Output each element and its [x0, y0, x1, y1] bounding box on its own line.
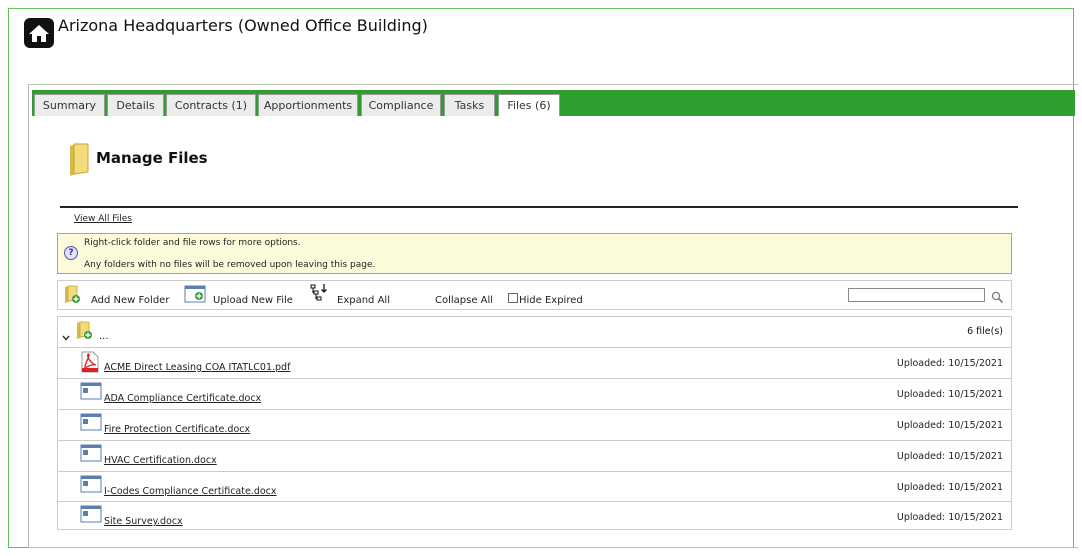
tab-files[interactable]: Files (6): [498, 94, 560, 116]
tab-details[interactable]: Details: [107, 94, 164, 116]
tab-contracts[interactable]: Contracts (1): [166, 94, 256, 116]
tab-tasks[interactable]: Tasks: [444, 94, 495, 116]
divider: [60, 206, 1018, 208]
upload-date: Uploaded: 10/15/2021: [896, 358, 1003, 369]
folder-file-count: 6 file(s): [967, 326, 1003, 337]
tab-apportionments[interactable]: Apportionments: [258, 94, 358, 116]
view-all-files-link[interactable]: View All Files: [74, 214, 132, 224]
manage-files-title: Manage Files: [96, 149, 208, 167]
upload-date: Uploaded: 10/15/2021: [896, 389, 1003, 400]
upload-file-icon[interactable]: [184, 285, 206, 307]
info-text-2: Any folders with no files will be remove…: [84, 260, 376, 270]
upload-date: Uploaded: 10/15/2021: [896, 512, 1003, 523]
file-name-link[interactable]: ADA Compliance Certificate.docx: [104, 393, 261, 404]
file-name-link[interactable]: Site Survey.docx: [104, 516, 183, 527]
file-name-link[interactable]: ACME Direct Leasing COA ITATLC01.pdf: [104, 362, 290, 373]
info-box: ? Right-click folder and file rows for m…: [57, 233, 1012, 274]
add-folder-icon[interactable]: [64, 284, 82, 308]
expand-all-icon[interactable]: [309, 283, 329, 307]
search-input[interactable]: [848, 288, 985, 302]
file-row[interactable]: ACME Direct Leasing COA ITATLC01.pdf Upl…: [58, 347, 1011, 378]
file-name-link[interactable]: I-Codes Compliance Certificate.docx: [104, 486, 277, 497]
document-file-icon: [80, 475, 102, 497]
upload-new-file-button[interactable]: Upload New File: [213, 295, 293, 306]
search-icon[interactable]: [991, 289, 1004, 308]
chevron-down-icon[interactable]: [62, 327, 70, 346]
file-row[interactable]: HVAC Certification.docx Uploaded: 10/15/…: [58, 440, 1011, 471]
hide-expired-label: Hide Expired: [519, 295, 583, 306]
file-row[interactable]: Site Survey.docx Uploaded: 10/15/2021: [58, 501, 1011, 532]
file-list: ... 6 file(s) ACME Direct Leasing COA IT…: [57, 316, 1012, 530]
help-icon: ?: [64, 246, 78, 260]
document-file-icon: [80, 413, 102, 435]
folder-icon: [76, 320, 94, 344]
folder-icon: [68, 140, 90, 180]
file-name-link[interactable]: HVAC Certification.docx: [104, 455, 217, 466]
page-title: Arizona Headquarters (Owned Office Build…: [58, 16, 428, 35]
expand-all-button[interactable]: Expand All: [337, 295, 390, 306]
upload-date: Uploaded: 10/15/2021: [896, 451, 1003, 462]
document-file-icon: [80, 444, 102, 466]
folder-row[interactable]: ... 6 file(s): [58, 317, 1011, 348]
file-name-link[interactable]: Fire Protection Certificate.docx: [104, 424, 250, 435]
document-file-icon: [80, 382, 102, 404]
collapse-all-button[interactable]: Collapse All: [435, 295, 493, 306]
file-row[interactable]: I-Codes Compliance Certificate.docx Uplo…: [58, 471, 1011, 502]
file-row[interactable]: Fire Protection Certificate.docx Uploade…: [58, 409, 1011, 440]
file-row[interactable]: ADA Compliance Certificate.docx Uploaded…: [58, 378, 1011, 409]
info-text-1: Right-click folder and file rows for mor…: [84, 238, 301, 248]
pdf-file-icon: [80, 351, 100, 377]
upload-date: Uploaded: 10/15/2021: [896, 420, 1003, 431]
upload-date: Uploaded: 10/15/2021: [896, 482, 1003, 493]
add-new-folder-button[interactable]: Add New Folder: [91, 295, 169, 306]
tab-summary[interactable]: Summary: [34, 94, 105, 116]
document-file-icon: [80, 505, 102, 527]
hide-expired-checkbox[interactable]: [508, 293, 518, 303]
home-icon[interactable]: [24, 18, 54, 48]
tab-compliance[interactable]: Compliance: [361, 94, 441, 116]
folder-label: ...: [99, 331, 109, 342]
